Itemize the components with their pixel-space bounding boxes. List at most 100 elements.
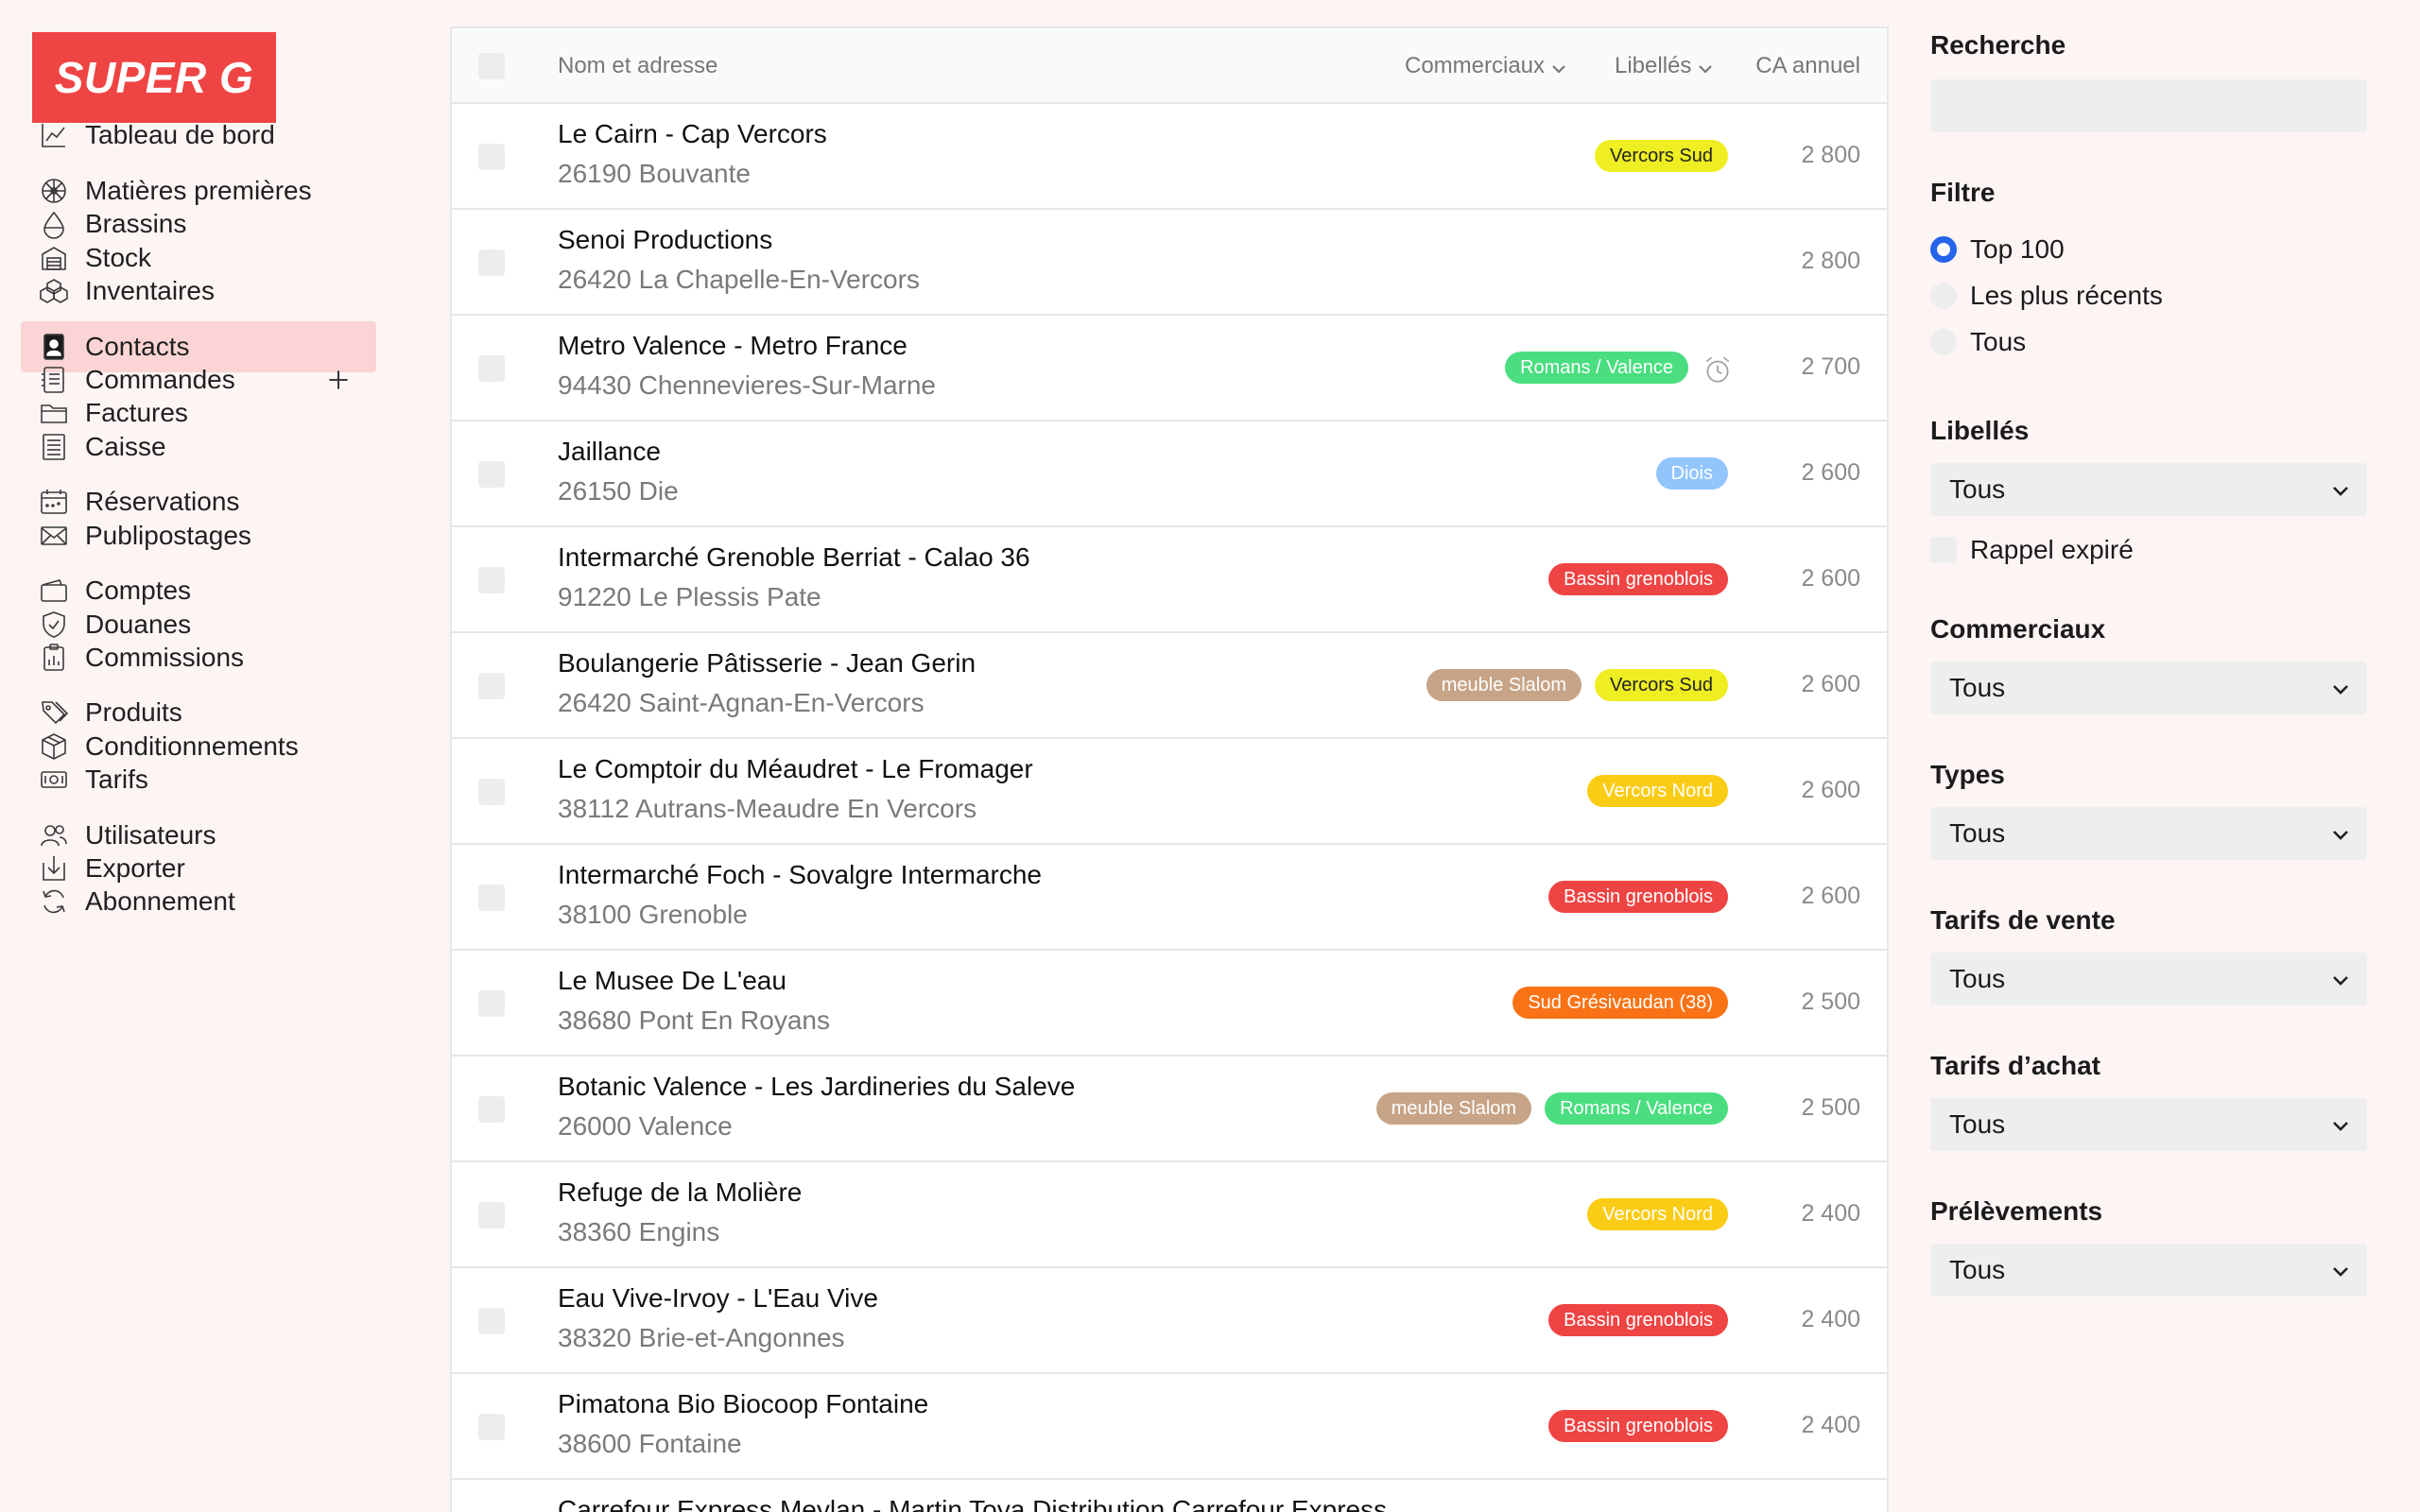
sidebar: SUPER G Tableau de bord Matières première… [0,0,397,1512]
contact-address: 26190 Bouvante [558,159,751,188]
tarifs-achat-title: Tarifs d’achat [1930,1051,2100,1080]
table-row[interactable]: Refuge de la Molière 38360 Engins Vercors … [452,1162,1887,1268]
table-row[interactable]: Pimatona Bio Biocoop Fontaine 38600 Fonta… [452,1374,1887,1480]
column-header-name: Nom et adresse [558,53,718,78]
filter-option-tous[interactable]: Tous [1930,327,2026,357]
annual-revenue: 2 600 [1801,777,1860,803]
contact-name: Metro Valence - Metro France [558,331,908,360]
tag-group: meuble Slalom Romans / Valence [1375,1092,1728,1125]
annual-revenue: 2 600 [1801,883,1860,909]
contact-name: Intermarché Foch - Sovalgre Intermarche [558,860,1042,889]
tag-badge: Vercors Sud [1595,140,1728,172]
table-row[interactable]: Intermarché Foch - Sovalgre Intermarche 3… [452,845,1887,951]
types-filter-title: Types [1930,760,2005,789]
table-row[interactable]: Le Cairn - Cap Vercors 26190 Bouvante Verc… [452,104,1887,210]
table-row[interactable]: Carrefour Express Meylan - Martin Toya D… [452,1480,1887,1512]
row-checkbox[interactable] [478,1414,505,1440]
radio-label: Top 100 [1970,234,2065,264]
annual-revenue: 2 600 [1801,671,1860,697]
chart-line-icon [38,119,70,151]
table-row[interactable]: Le Musee De L'eau 38680 Pont En Royans Sud… [452,951,1887,1057]
contact-name: Pimatona Bio Biocoop Fontaine [558,1389,929,1418]
contact-name: Refuge de la Molière [558,1177,803,1207]
tarifs-vente-select[interactable]: Tous [1930,953,2367,1005]
row-checkbox[interactable] [478,779,505,805]
row-checkbox[interactable] [478,355,505,382]
select-all-checkbox[interactable] [478,53,505,79]
prelevements-select[interactable]: Tous [1930,1244,2367,1297]
commerciaux-select[interactable]: Tous [1930,662,2367,714]
table-row[interactable]: Le Comptoir du Méaudret - Le Fromager 381… [452,739,1887,845]
row-checkbox[interactable] [478,990,505,1017]
contact-address: 38100 Grenoble [558,900,748,929]
commerciaux-filter-title: Commerciaux [1930,614,2106,644]
radio-label: Les plus récents [1970,281,2163,310]
chevron-down-icon [1697,58,1714,75]
chevron-down-icon [2329,478,2352,501]
sidebar-item-tarifs[interactable]: Tarifs [21,754,376,805]
column-header-ca: CA annuel [1755,53,1860,78]
types-select[interactable]: Tous [1930,807,2367,860]
sidebar-item-abonnement[interactable]: Abonnement [21,876,376,927]
sidebar-item-tableau-de-bord[interactable]: Tableau de bord [21,110,376,161]
libelles-dropdown[interactable]: Libellés [1615,53,1714,79]
row-checkbox[interactable] [478,461,505,488]
tag-badge: Vercors Nord [1587,775,1728,807]
sidebar-item-publipostages[interactable]: Publipostages [21,510,376,561]
commerciaux-select-value: Tous [1949,673,2006,702]
table-row[interactable]: Jaillance 26150 Die Diois 2 600 [452,421,1887,527]
filter-option-les-plus-recents[interactable]: Les plus récents [1930,281,2163,311]
annual-revenue: 2 500 [1801,988,1860,1015]
row-checkbox[interactable] [478,144,505,170]
chevron-down-icon [2329,1259,2352,1281]
table-row[interactable]: Senoi Productions 26420 La Chapelle-En-Ve… [452,210,1887,316]
row-checkbox[interactable] [478,673,505,699]
contacts-list: Nom et adresse Commerciaux Libellés CA a… [450,26,1889,1512]
contact-name: Le Comptoir du Méaudret - Le Fromager [558,754,1033,783]
prelevements-select-value: Tous [1949,1255,2006,1284]
row-checkbox[interactable] [478,567,505,593]
table-row[interactable]: Eau Vive-Irvoy - L'Eau Vive 38320 Brie-et… [452,1268,1887,1374]
contact-address: 38112 Autrans-Meaudre En Vercors [558,794,977,823]
sidebar-item-label: Publipostages [85,521,251,550]
annual-revenue: 2 600 [1801,459,1860,486]
libelles-filter-title: Libellés [1930,416,2030,445]
contact-name: Boulangerie Pâtisserie - Jean Gerin [558,648,977,678]
row-checkbox[interactable] [478,1308,505,1334]
rappel-expire-checkbox[interactable]: Rappel expiré [1930,535,2134,565]
filter-option-top-100[interactable]: Top 100 [1930,234,2065,265]
table-row[interactable]: Intermarché Grenoble Berriat - Calao 36 9… [452,527,1887,633]
tarifs-achat-select[interactable]: Tous [1930,1098,2367,1151]
chevron-down-icon [2329,677,2352,699]
annual-revenue: 2 700 [1801,353,1860,380]
tag-badge: meuble Slalom [1375,1092,1532,1125]
table-row[interactable]: Boulangerie Pâtisserie - Jean Gerin 26420… [452,633,1887,739]
tag-group: Sud Grésivaudan (38) [1512,987,1728,1019]
row-checkbox[interactable] [478,1096,505,1123]
tag-badge: Bassin grenoblois [1548,1410,1728,1442]
sidebar-item-label: Tarifs [85,765,148,794]
contact-address: 26420 Saint-Agnan-En-Vercors [558,688,925,717]
tag-badge: Bassin grenoblois [1548,563,1728,595]
table-row[interactable]: Metro Valence - Metro France 94430 Chenne… [452,316,1887,421]
sidebar-item-label: Tableau de bord [85,120,275,149]
list-header: Nom et adresse Commerciaux Libellés CA a… [452,28,1887,104]
sidebar-item-caisse[interactable]: Caisse [21,421,376,472]
commerciaux-dropdown[interactable]: Commerciaux [1405,53,1567,79]
sidebar-item-commissions[interactable]: Commissions [21,632,376,683]
contact-name: Intermarché Grenoble Berriat - Calao 36 [558,542,1030,572]
rappel-expire-label: Rappel expiré [1970,535,2134,564]
radio-button [1930,283,1957,309]
annual-revenue: 2 400 [1801,1200,1860,1227]
annual-revenue: 2 600 [1801,565,1860,592]
row-checkbox[interactable] [478,1202,505,1228]
row-checkbox[interactable] [478,885,505,911]
row-checkbox[interactable] [478,249,505,276]
table-row[interactable]: Botanic Valence - Les Jardineries du Sal… [452,1057,1887,1162]
sidebar-item-inventaires[interactable]: Inventaires [21,266,376,317]
search-input[interactable] [1930,79,2367,132]
contact-name: Botanic Valence - Les Jardineries du Sal… [558,1072,1076,1101]
libelles-select[interactable]: Tous [1930,463,2367,516]
sidebar-item-label: Inventaires [85,276,215,305]
tag-group: Romans / Valence [1505,352,1688,384]
